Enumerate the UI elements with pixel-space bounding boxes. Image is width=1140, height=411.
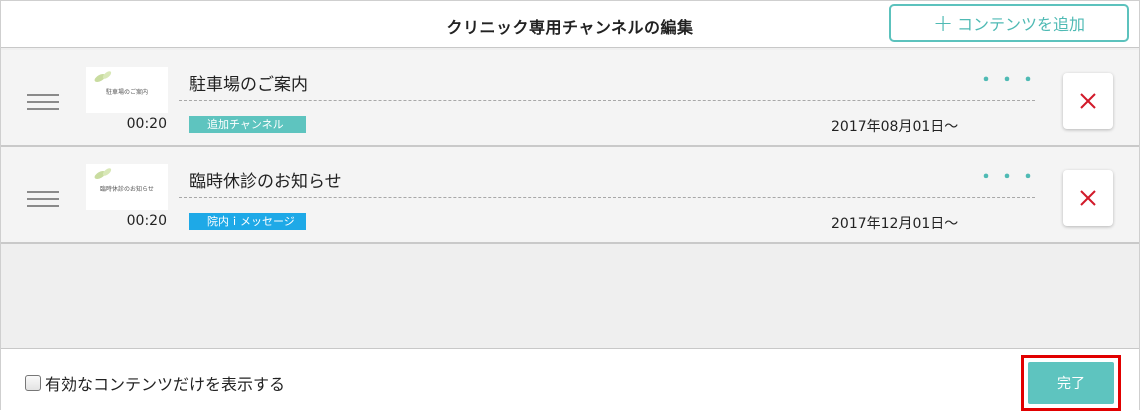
content-title: 駐車場のご案内: [189, 75, 308, 95]
delete-button[interactable]: [1063, 170, 1113, 226]
close-icon: [1080, 93, 1096, 109]
thumbnail-caption: 臨時休診のお知らせ: [100, 186, 154, 193]
edit-channel-panel: クリニック専用チャンネルの編集 + コンテンツを追加 駐車場のご案内 00:20…: [0, 0, 1140, 411]
content-row: 臨時休診のお知らせ 00:20 臨時休診のお知らせ ・・・ 院内ｉメッセージ 2…: [1, 147, 1139, 244]
leaf-decoration-icon: [94, 71, 112, 82]
done-button[interactable]: 完了: [1028, 362, 1114, 404]
delete-button[interactable]: [1063, 73, 1113, 129]
drag-handle-icon[interactable]: [27, 191, 59, 209]
divider: [179, 100, 1035, 101]
more-options-icon[interactable]: ・・・: [977, 163, 1040, 189]
channel-tag: 院内ｉメッセージ: [189, 213, 306, 230]
header: クリニック専用チャンネルの編集 + コンテンツを追加: [1, 1, 1139, 48]
content-thumbnail: 臨時休診のお知らせ: [86, 164, 168, 210]
content-duration: 00:20: [126, 116, 167, 132]
content-start-date: 2017年12月01日〜: [831, 216, 959, 232]
active-only-label: 有効なコンテンツだけを表示する: [45, 375, 286, 394]
drag-handle-icon[interactable]: [27, 94, 59, 112]
thumbnail-caption: 駐車場のご案内: [105, 89, 148, 96]
done-button-highlight: 完了: [1021, 355, 1121, 411]
add-content-button[interactable]: + コンテンツを追加: [889, 4, 1129, 42]
content-start-date: 2017年08月01日〜: [831, 119, 959, 135]
plus-icon: +: [932, 9, 954, 37]
channel-tag: 追加チャンネル: [189, 116, 306, 133]
content-thumbnail: 駐車場のご案内: [86, 67, 168, 113]
footer: 有効なコンテンツだけを表示する 完了: [1, 348, 1139, 411]
content-title: 臨時休診のお知らせ: [189, 172, 342, 192]
active-only-filter[interactable]: 有効なコンテンツだけを表示する: [25, 371, 285, 395]
add-content-label: コンテンツを追加: [957, 15, 1086, 34]
active-only-checkbox[interactable]: [25, 375, 41, 391]
content-row: 駐車場のご案内 00:20 駐車場のご案内 ・・・ 追加チャンネル 2017年0…: [1, 50, 1139, 147]
content-duration: 00:20: [126, 213, 167, 229]
leaf-decoration-icon: [94, 168, 112, 179]
more-options-icon[interactable]: ・・・: [977, 66, 1040, 92]
divider: [179, 197, 1035, 198]
close-icon: [1080, 190, 1096, 206]
